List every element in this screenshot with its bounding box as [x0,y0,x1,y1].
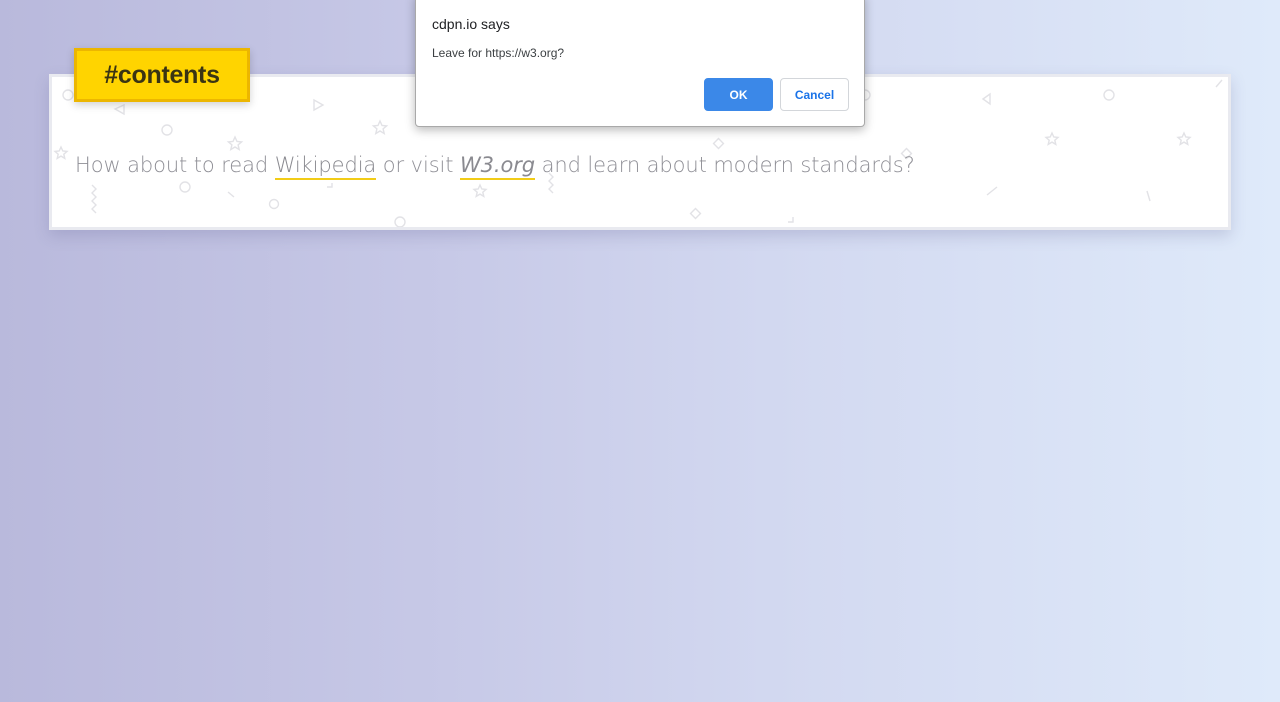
circle-icon [62,89,74,101]
line-icon [788,217,794,223]
star-icon [472,183,488,198]
star-icon [226,135,244,151]
alert-dialog: cdpn.io says Leave for https://w3.org? O… [415,0,865,127]
wikipedia-link[interactable]: Wikipedia [274,153,376,180]
star-icon [371,119,389,135]
circle-icon [161,124,173,136]
line-icon [327,183,333,188]
diamond-icon [689,207,702,220]
contents-tag: #contents [74,48,250,102]
line-icon [227,191,235,198]
line-icon [986,186,998,196]
triangle-icon [313,98,325,112]
card-text: How about to read Wikipedia or visit W3.… [75,153,915,180]
triangle-icon [113,103,125,116]
text-middle: or visit [376,153,460,177]
diamond-icon [712,137,725,150]
dialog-message: Leave for https://w3.org? [432,46,565,60]
zigzag-icon [91,184,97,214]
ok-button[interactable]: OK [704,78,773,111]
circle-icon [268,198,280,210]
text-after: and learn about modern standards? [535,153,915,177]
dialog-title: cdpn.io says [432,16,510,32]
text-before: How about to read [75,153,275,177]
circle-icon [1103,89,1115,101]
star-icon [53,145,69,160]
line-icon [1146,190,1151,202]
w3-link[interactable]: W3.org [460,153,535,180]
circle-icon [394,216,406,227]
star-icon [1044,131,1060,146]
line-icon [1215,79,1223,88]
star-icon [1176,131,1192,146]
circle-icon [179,181,191,193]
cancel-button[interactable]: Cancel [780,78,849,111]
triangle-icon [981,92,991,106]
